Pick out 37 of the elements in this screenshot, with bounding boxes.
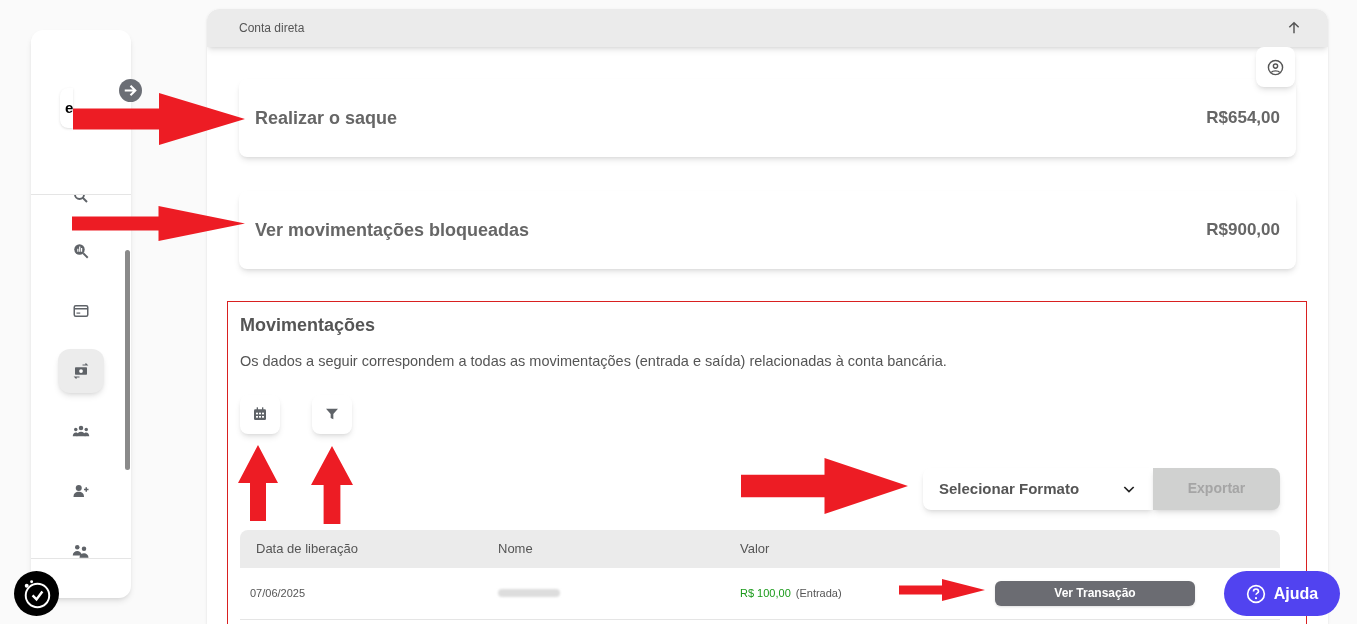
section-description: Os dados a seguir correspondem a todas as movimentações (entrada e saída) relacionadas à conta bancária. <box>240 352 948 371</box>
column-header: Valor <box>740 540 771 558</box>
team-icon <box>72 542 90 558</box>
card-amount: R$654,00 <box>1206 107 1280 130</box>
header-title: Conta direta <box>239 20 305 37</box>
cash-icon <box>72 362 90 380</box>
user-circle-icon <box>1267 58 1284 76</box>
table-cell-text: 07/06/2025 <box>249 586 307 601</box>
action-card[interactable]: Realizar o saque R$654,00 <box>239 79 1296 157</box>
view-transaction-button[interactable]: Ver Transação <box>995 580 1195 606</box>
blurred-name <box>498 589 560 597</box>
calendar-button[interactable] <box>240 394 280 434</box>
card-amount: R$900,00 <box>1206 219 1280 242</box>
calendar-icon <box>252 406 268 423</box>
type-cell-text: (Entrada) <box>795 586 842 601</box>
logo[interactable]: e <box>60 88 73 128</box>
format-select[interactable]: Selecionar Formato <box>923 467 1153 510</box>
section-title: Movimentações <box>240 314 377 337</box>
filter-button[interactable] <box>312 394 352 434</box>
scrollbar[interactable] <box>125 250 130 470</box>
column-header: Data de liberação <box>255 540 359 558</box>
arrow-up-icon[interactable] <box>1286 20 1302 36</box>
column-header: Nome <box>498 540 534 558</box>
card-label: Realizar o saque <box>255 106 398 130</box>
action-card[interactable]: Ver movimentações bloqueadas R$900,00 <box>239 191 1296 269</box>
profile-button[interactable] <box>1256 47 1295 87</box>
sidebar-item[interactable] <box>58 349 104 393</box>
amount-cell-text: R$ 100,00 <box>740 586 791 601</box>
chart-search-icon <box>72 242 90 260</box>
card-icon <box>72 302 90 320</box>
user-add-icon <box>72 482 90 500</box>
select-placeholder: Selecionar Formato <box>939 478 1080 499</box>
badge-check-icon[interactable] <box>14 571 59 616</box>
card-label: Ver movimentações bloqueadas <box>255 218 530 242</box>
arrow-right-icon[interactable] <box>119 79 142 102</box>
question-icon <box>1245 583 1266 604</box>
help-button[interactable]: Ajuda <box>1224 571 1340 616</box>
